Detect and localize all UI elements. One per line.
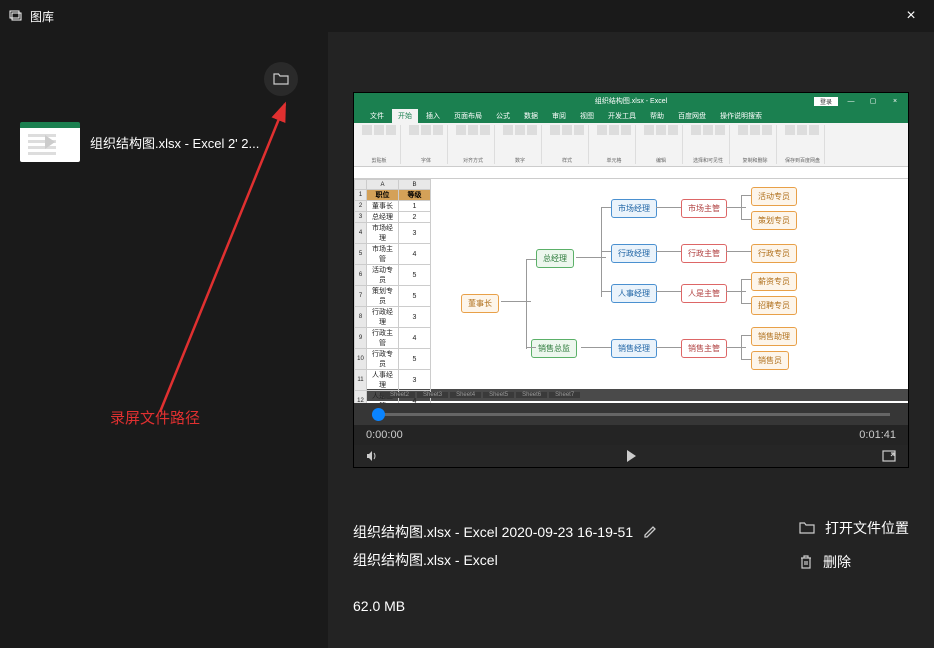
org-node: 销售主管 (681, 339, 727, 358)
excel-title: 组织结构图.xlsx - Excel (595, 96, 667, 106)
org-node: 行政主管 (681, 244, 727, 263)
excel-sheet-tab: Sheet6 (516, 392, 547, 398)
excel-ribbon-group: 保存到百度网盘 (781, 125, 825, 164)
excel-tab: 开始 (392, 109, 418, 123)
video-preview: 组织结构图.xlsx - Excel 登录 — ▢ × 文件开始插入页面布局公式… (353, 92, 909, 468)
org-node: 活动专员 (751, 187, 797, 206)
content-panel: 组织结构图.xlsx - Excel 登录 — ▢ × 文件开始插入页面布局公式… (328, 32, 934, 648)
play-overlay-icon (45, 135, 55, 149)
thumbnail-image (20, 122, 80, 162)
org-node: 总经理 (536, 249, 574, 268)
gallery-icon (8, 8, 24, 24)
excel-ribbon-group: 对齐方式 (452, 125, 495, 164)
excel-ribbon-group: 剪贴板 (358, 125, 401, 164)
volume-icon[interactable] (366, 450, 380, 462)
current-time: 0:00:00 (366, 429, 403, 441)
delete-button[interactable]: 删除 (799, 552, 909, 572)
org-node: 招聘专员 (751, 296, 797, 315)
excel-tab: 页面布局 (448, 109, 488, 123)
excel-ribbon-group: 选择和可见性 (687, 125, 730, 164)
org-node: 薪资专员 (751, 272, 797, 291)
excel-sheet-tab: Sheet2 (384, 392, 415, 398)
excel-sheet-tab: Sheet7 (549, 392, 580, 398)
org-node: 行政经理 (611, 244, 657, 263)
excel-tab: 审阅 (546, 109, 572, 123)
edit-name-button[interactable] (643, 525, 657, 539)
recording-subtitle: 组织结构图.xlsx - Excel (353, 546, 657, 574)
excel-ribbon-group: 编辑 (640, 125, 683, 164)
recording-filename: 组织结构图.xlsx - Excel 2020-09-23 16-19-51 (353, 518, 633, 546)
excel-max-icon: ▢ (864, 97, 882, 105)
sidebar: 组织结构图.xlsx - Excel 2' 2... 录屏文件路径 (0, 32, 328, 648)
file-size: 62.0 MB (353, 592, 657, 620)
excel-login: 登录 (814, 97, 838, 106)
excel-tab: 插入 (420, 109, 446, 123)
org-node: 策划专员 (751, 211, 797, 230)
excel-tab: 公式 (490, 109, 516, 123)
progress-thumb[interactable] (372, 408, 385, 421)
excel-tab: 视图 (574, 109, 600, 123)
window-title: 图库 (30, 8, 54, 25)
annotation-label: 录屏文件路径 (110, 407, 200, 428)
excel-formula-bar (354, 167, 908, 179)
trash-icon (799, 554, 813, 570)
org-node: 销售总监 (531, 339, 577, 358)
open-location-button[interactable]: 打开文件位置 (799, 518, 909, 538)
fullscreen-icon[interactable] (882, 450, 896, 462)
recording-thumbnail[interactable]: 组织结构图.xlsx - Excel 2' 2... (20, 122, 308, 162)
excel-ribbon-group: 单元格 (593, 125, 636, 164)
titlebar: 图库 × (0, 0, 934, 32)
excel-ribbon-group: 复制和删除 (734, 125, 777, 164)
excel-sheet-tab: Sheet3 (417, 392, 448, 398)
excel-table: AB1职位等级2董事长13总经理24市场经理35市场主管46活动专员57策划专员… (354, 179, 431, 403)
excel-ribbon-group: 字体 (405, 125, 448, 164)
excel-org-chart: 董事长 总经理销售总监 市场经理 市场主管 活动专员策划专员行政经理 行政主管 行政专员人事… (431, 179, 908, 389)
open-folder-button[interactable] (264, 62, 298, 96)
org-node: 人事经理 (611, 284, 657, 303)
excel-close-icon: × (886, 98, 904, 105)
excel-min-icon: — (842, 98, 860, 105)
excel-tab: 操作说明搜索 (714, 109, 768, 123)
excel-tab: 开发工具 (602, 109, 642, 123)
total-time: 0:01:41 (859, 429, 896, 441)
excel-sheet-tab: Sheet5 (483, 392, 514, 398)
org-node: 人是主管 (681, 284, 727, 303)
excel-tab: 文件 (364, 109, 390, 123)
org-node: 销售助理 (751, 327, 797, 346)
org-node: 销售经理 (611, 339, 657, 358)
org-node: 董事长 (461, 294, 499, 313)
excel-sheet-tab: Sheet4 (450, 392, 481, 398)
excel-tab: 数据 (518, 109, 544, 123)
thumbnail-label: 组织结构图.xlsx - Excel 2' 2... (90, 133, 259, 152)
details-panel: 组织结构图.xlsx - Excel 2020-09-23 16-19-51 组… (328, 468, 934, 640)
excel-ribbon-tabs: 文件开始插入页面布局公式数据审阅视图开发工具帮助百度网盘操作说明搜索 (354, 109, 908, 123)
video-progress-bar[interactable] (354, 403, 908, 425)
excel-tab: 帮助 (644, 109, 670, 123)
excel-tab: 百度网盘 (672, 109, 712, 123)
org-node: 行政专员 (751, 244, 797, 263)
play-button[interactable] (624, 449, 638, 463)
excel-sheet-tabs: Sheet2Sheet3Sheet4Sheet5Sheet6Sheet7 (354, 389, 908, 401)
org-node: 市场经理 (611, 199, 657, 218)
folder-icon (799, 521, 815, 535)
excel-ribbon-group: 数字 (499, 125, 542, 164)
excel-ribbon: 剪贴板字体对齐方式数字样式单元格编辑选择和可见性复制和删除保存到百度网盘 (354, 123, 908, 167)
org-node: 市场主管 (681, 199, 727, 218)
excel-ribbon-group: 样式 (546, 125, 589, 164)
excel-screenshot: 组织结构图.xlsx - Excel 登录 — ▢ × 文件开始插入页面布局公式… (354, 93, 908, 403)
org-node: 销售员 (751, 351, 789, 370)
close-button[interactable]: × (896, 7, 926, 25)
